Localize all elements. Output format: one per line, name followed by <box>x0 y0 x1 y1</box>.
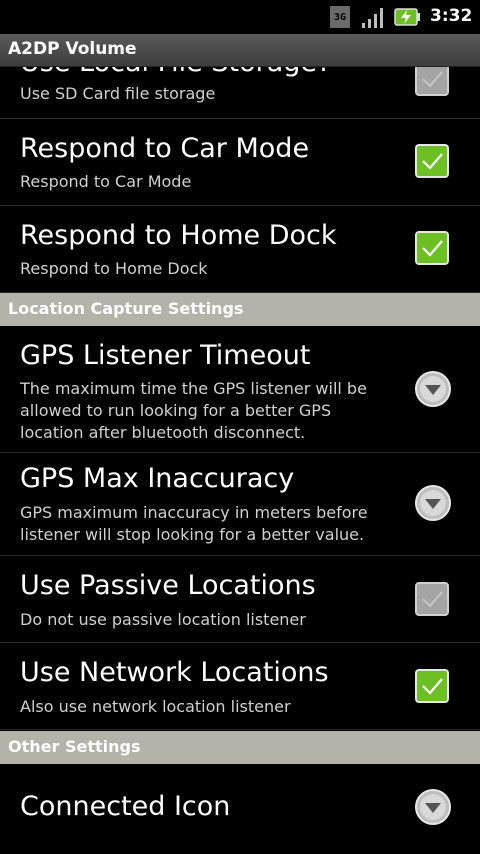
app-title: A2DP Volume <box>8 39 137 59</box>
dropdown-arrow-icon[interactable] <box>414 484 452 522</box>
check-icon <box>422 153 443 170</box>
preferences-list[interactable]: Use Local File Storage? Use SD Card file… <box>0 67 480 854</box>
pref-passive-locations[interactable]: Use Passive Locations Do not use passive… <box>0 556 480 643</box>
pref-summary: Also use network location listener <box>20 697 291 716</box>
pref-local-storage[interactable]: Use Local File Storage? Use SD Card file… <box>0 67 480 119</box>
pref-title: Use Network Locations <box>20 657 329 688</box>
section-title: Location Capture Settings <box>8 299 244 318</box>
dropdown-arrow-icon[interactable] <box>414 788 452 826</box>
passive-locations-checkbox[interactable] <box>415 582 449 616</box>
pref-title: Respond to Car Mode <box>20 133 310 164</box>
home-dock-checkbox[interactable] <box>415 231 449 265</box>
pref-title: GPS Max Inaccuracy <box>20 463 295 494</box>
pref-summary: Respond to Home Dock <box>20 259 208 278</box>
car-mode-checkbox[interactable] <box>415 144 449 178</box>
signal-icon <box>362 8 383 28</box>
section-header-other: Other Settings <box>0 731 480 764</box>
pref-title: GPS Listener Timeout <box>20 340 311 371</box>
clock: 3:32 <box>430 6 473 26</box>
pref-network-locations[interactable]: Use Network Locations Also use network l… <box>0 643 480 730</box>
dropdown-arrow-icon[interactable] <box>414 370 452 408</box>
pref-connected-icon[interactable]: Connected Icon <box>0 765 480 854</box>
pref-title: Use Local File Storage? <box>20 67 331 78</box>
pref-summary: Do not use passive location listener <box>20 610 306 629</box>
pref-car-mode[interactable]: Respond to Car Mode Respond to Car Mode <box>0 119 480 206</box>
status-bar: 3G 3:32 <box>0 0 480 34</box>
check-icon <box>422 240 443 257</box>
pref-summary: The maximum time the GPS listener will b… <box>20 379 367 442</box>
section-title: Other Settings <box>8 737 141 756</box>
pref-gps-inaccuracy[interactable]: GPS Max Inaccuracy GPS maximum inaccurac… <box>0 453 480 556</box>
pref-summary: Use SD Card file storage <box>20 84 216 103</box>
check-icon <box>422 71 443 88</box>
pref-summary: Respond to Car Mode <box>20 172 192 191</box>
local-storage-checkbox[interactable] <box>415 67 449 96</box>
check-icon <box>422 591 443 608</box>
battery-charging-icon <box>394 8 420 26</box>
title-bar: A2DP Volume <box>0 34 480 67</box>
pref-title: Connected Icon <box>20 791 231 822</box>
pref-home-dock[interactable]: Respond to Home Dock Respond to Home Doc… <box>0 206 480 293</box>
section-header-location: Location Capture Settings <box>0 293 480 326</box>
pref-title: Use Passive Locations <box>20 570 316 601</box>
pref-gps-timeout[interactable]: GPS Listener Timeout The maximum time th… <box>0 327 480 453</box>
3g-icon: 3G <box>330 6 350 28</box>
check-icon <box>422 678 443 695</box>
network-locations-checkbox[interactable] <box>415 669 449 703</box>
pref-summary: GPS maximum inaccuracy in meters before … <box>20 503 368 544</box>
pref-title: Respond to Home Dock <box>20 220 337 251</box>
